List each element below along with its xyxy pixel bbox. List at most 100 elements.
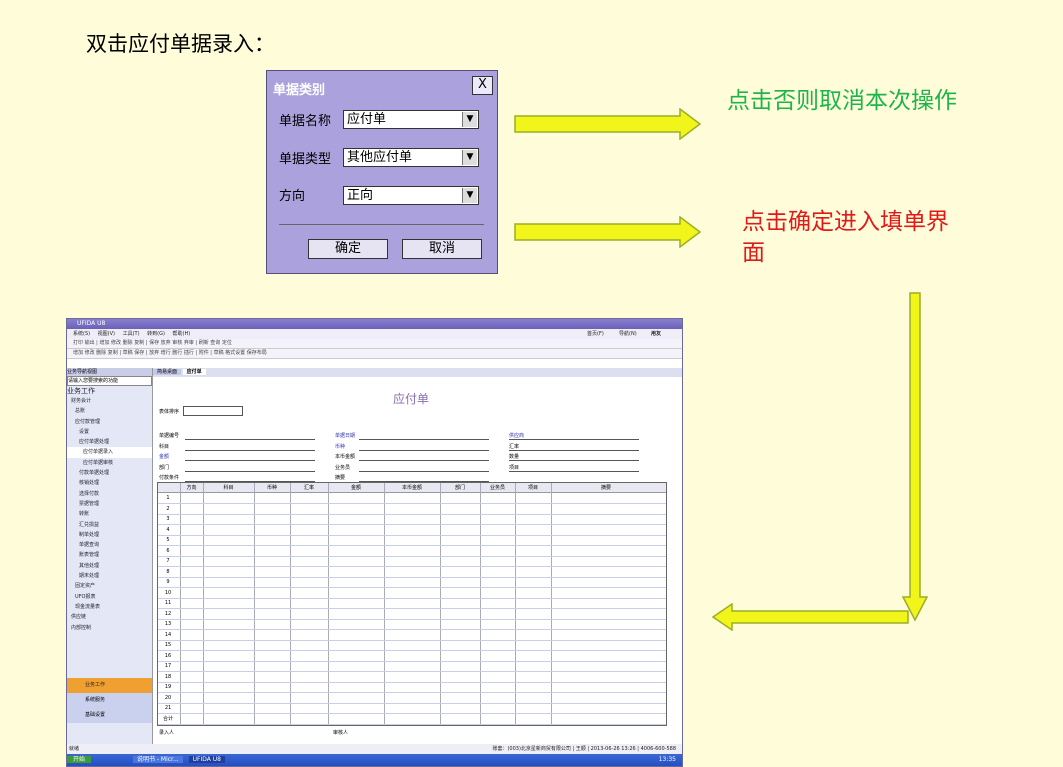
- menu-navigate[interactable]: 导航(N): [619, 329, 637, 339]
- instruction-heading: 双击应付单据录入：: [86, 32, 275, 56]
- nav-item[interactable]: 单据查询: [67, 540, 152, 550]
- nav-item[interactable]: 其他处理: [67, 561, 152, 571]
- row-number: 11: [164, 600, 172, 606]
- cancel-button[interactable]: 取消: [402, 239, 482, 259]
- grid-column-header: 汇率: [303, 485, 314, 491]
- nav-item[interactable]: 制单处理: [67, 530, 152, 540]
- table-row[interactable]: 2: [158, 504, 666, 515]
- document-type-select[interactable]: 其他应付单 ▼: [343, 148, 479, 167]
- sort-select[interactable]: [183, 406, 243, 416]
- nav-item[interactable]: 付款单据处理: [67, 468, 152, 478]
- table-row[interactable]: 8: [158, 567, 666, 578]
- tab-bar: 简易桌面 应付单: [153, 368, 682, 377]
- form-field-input[interactable]: [359, 460, 489, 461]
- table-row[interactable]: 6: [158, 546, 666, 557]
- form-field-input[interactable]: [185, 449, 315, 451]
- nav-item[interactable]: 应付单据录入: [67, 447, 152, 458]
- form-field-input[interactable]: [359, 449, 489, 451]
- nav-item[interactable]: 汇兑损益: [67, 520, 152, 530]
- menu-goto[interactable]: 转到(G): [147, 331, 165, 337]
- form-field-input[interactable]: [359, 439, 489, 440]
- toolbar-primary[interactable]: 打印 输出 | 增加 修改 删除 复制 | 保存 放弃 审核 弃审 | 刷新 查…: [67, 339, 682, 349]
- table-row[interactable]: 9: [158, 577, 666, 588]
- taskbar-word[interactable]: 说明书 - Micr...: [132, 756, 183, 763]
- taskbar-u8[interactable]: UFIDA U8: [188, 756, 225, 763]
- document-type-value: 其他应付单: [347, 150, 413, 165]
- table-row[interactable]: 合计: [158, 714, 666, 725]
- menu-help[interactable]: 帮助(H): [173, 331, 191, 337]
- menu-home[interactable]: 首页(F): [587, 329, 604, 339]
- form-field-input[interactable]: [509, 460, 639, 461]
- form-field-input[interactable]: [185, 460, 315, 461]
- nav-item[interactable]: 转账: [67, 509, 152, 519]
- form-field-input[interactable]: [509, 439, 639, 440]
- chevron-down-icon[interactable]: ▼: [462, 112, 477, 127]
- form-field-input[interactable]: [509, 470, 639, 472]
- nav-item[interactable]: 内部控制: [67, 623, 152, 633]
- table-row[interactable]: 16: [158, 651, 666, 662]
- menu-tools[interactable]: 工具(T): [123, 331, 140, 337]
- nav-item[interactable]: 供应链: [67, 612, 152, 622]
- table-row[interactable]: 18: [158, 672, 666, 683]
- nav-item[interactable]: 财务会计: [67, 396, 152, 406]
- table-row[interactable]: 10: [158, 588, 666, 599]
- row-number: 1: [166, 495, 170, 501]
- nav-item[interactable]: 设置: [67, 427, 152, 437]
- chevron-down-icon[interactable]: ▼: [462, 150, 477, 165]
- table-row[interactable]: 21: [158, 703, 666, 714]
- row-number: 2: [166, 505, 170, 512]
- direction-select[interactable]: 正向 ▼: [343, 186, 479, 205]
- table-row[interactable]: 7: [158, 556, 666, 567]
- nav-item[interactable]: 应付款管理: [67, 417, 152, 427]
- form-field-label: 供应商: [509, 433, 525, 439]
- nav-item[interactable]: 应付单据审核: [67, 458, 152, 468]
- menu-view[interactable]: 视图(V): [98, 331, 115, 337]
- menu-system[interactable]: 系统(S): [73, 331, 90, 337]
- nav-search-input[interactable]: 请输入您要搜索的功能: [67, 376, 152, 386]
- nav-business-button[interactable]: 业务工作: [67, 678, 152, 693]
- u8-screenshot: UFIDA U8 系统(S) 视图(V) 工具(T) 转到(G) 帮助(H) 首…: [66, 318, 683, 767]
- row-number: 12: [164, 610, 172, 617]
- close-icon[interactable]: X: [472, 76, 493, 95]
- nav-item[interactable]: 票据管理: [67, 499, 152, 509]
- nav-item[interactable]: 固定资产: [67, 581, 152, 591]
- form-field-input[interactable]: [185, 439, 315, 440]
- table-row[interactable]: 4: [158, 525, 666, 536]
- detail-grid[interactable]: 方向 科目 币种 汇率 金额 本币金额 部门 业务员 项目 摘要 1 2 3 4 5 6 7 8 9 10 11 12 13…: [157, 482, 667, 726]
- nav-item[interactable]: UFO报表: [67, 592, 152, 602]
- row-number: 5: [166, 537, 170, 543]
- chevron-down-icon[interactable]: ▼: [462, 188, 477, 203]
- row-number: 20: [164, 694, 172, 701]
- table-row[interactable]: 12: [158, 609, 666, 620]
- row-number: 21: [164, 705, 172, 711]
- table-row[interactable]: 20: [158, 693, 666, 704]
- nav-system-button[interactable]: 系统服务: [67, 693, 152, 708]
- nav-item[interactable]: 核销处理: [67, 478, 152, 488]
- form-field-input[interactable]: [185, 470, 315, 472]
- nav-item[interactable]: 总账: [67, 406, 152, 416]
- nav-item[interactable]: 期末处理: [67, 571, 152, 581]
- table-row[interactable]: 17: [158, 661, 666, 672]
- nav-item[interactable]: 现金流量表: [67, 602, 152, 612]
- table-row[interactable]: 1: [158, 493, 666, 504]
- nav-item[interactable]: 应付单据处理: [67, 437, 152, 447]
- tab-payable[interactable]: 应付单: [182, 369, 206, 375]
- table-row[interactable]: 14: [158, 630, 666, 641]
- table-row[interactable]: 3: [158, 514, 666, 525]
- tab-desktop[interactable]: 简易桌面: [153, 369, 182, 375]
- nav-item[interactable]: 账表管理: [67, 550, 152, 560]
- table-row[interactable]: 13: [158, 619, 666, 630]
- table-row[interactable]: 11: [158, 598, 666, 609]
- nav-item[interactable]: 选择付款: [67, 489, 152, 499]
- row-number: 15: [164, 642, 172, 648]
- form-field-input[interactable]: [359, 470, 489, 472]
- start-button[interactable]: 开始: [67, 756, 92, 763]
- toolbar-secondary[interactable]: 增加 修改 删除 复制 | 草稿 保存 | 放弃 增行 删行 插行 | 附件 |…: [67, 349, 682, 359]
- table-row[interactable]: 15: [158, 640, 666, 651]
- form-field-input[interactable]: [509, 449, 639, 451]
- table-row[interactable]: 5: [158, 535, 666, 546]
- table-row[interactable]: 19: [158, 682, 666, 693]
- ok-button[interactable]: 确定: [308, 239, 388, 259]
- nav-basic-button[interactable]: 基础设置: [67, 708, 152, 723]
- document-name-select[interactable]: 应付单 ▼: [343, 110, 479, 129]
